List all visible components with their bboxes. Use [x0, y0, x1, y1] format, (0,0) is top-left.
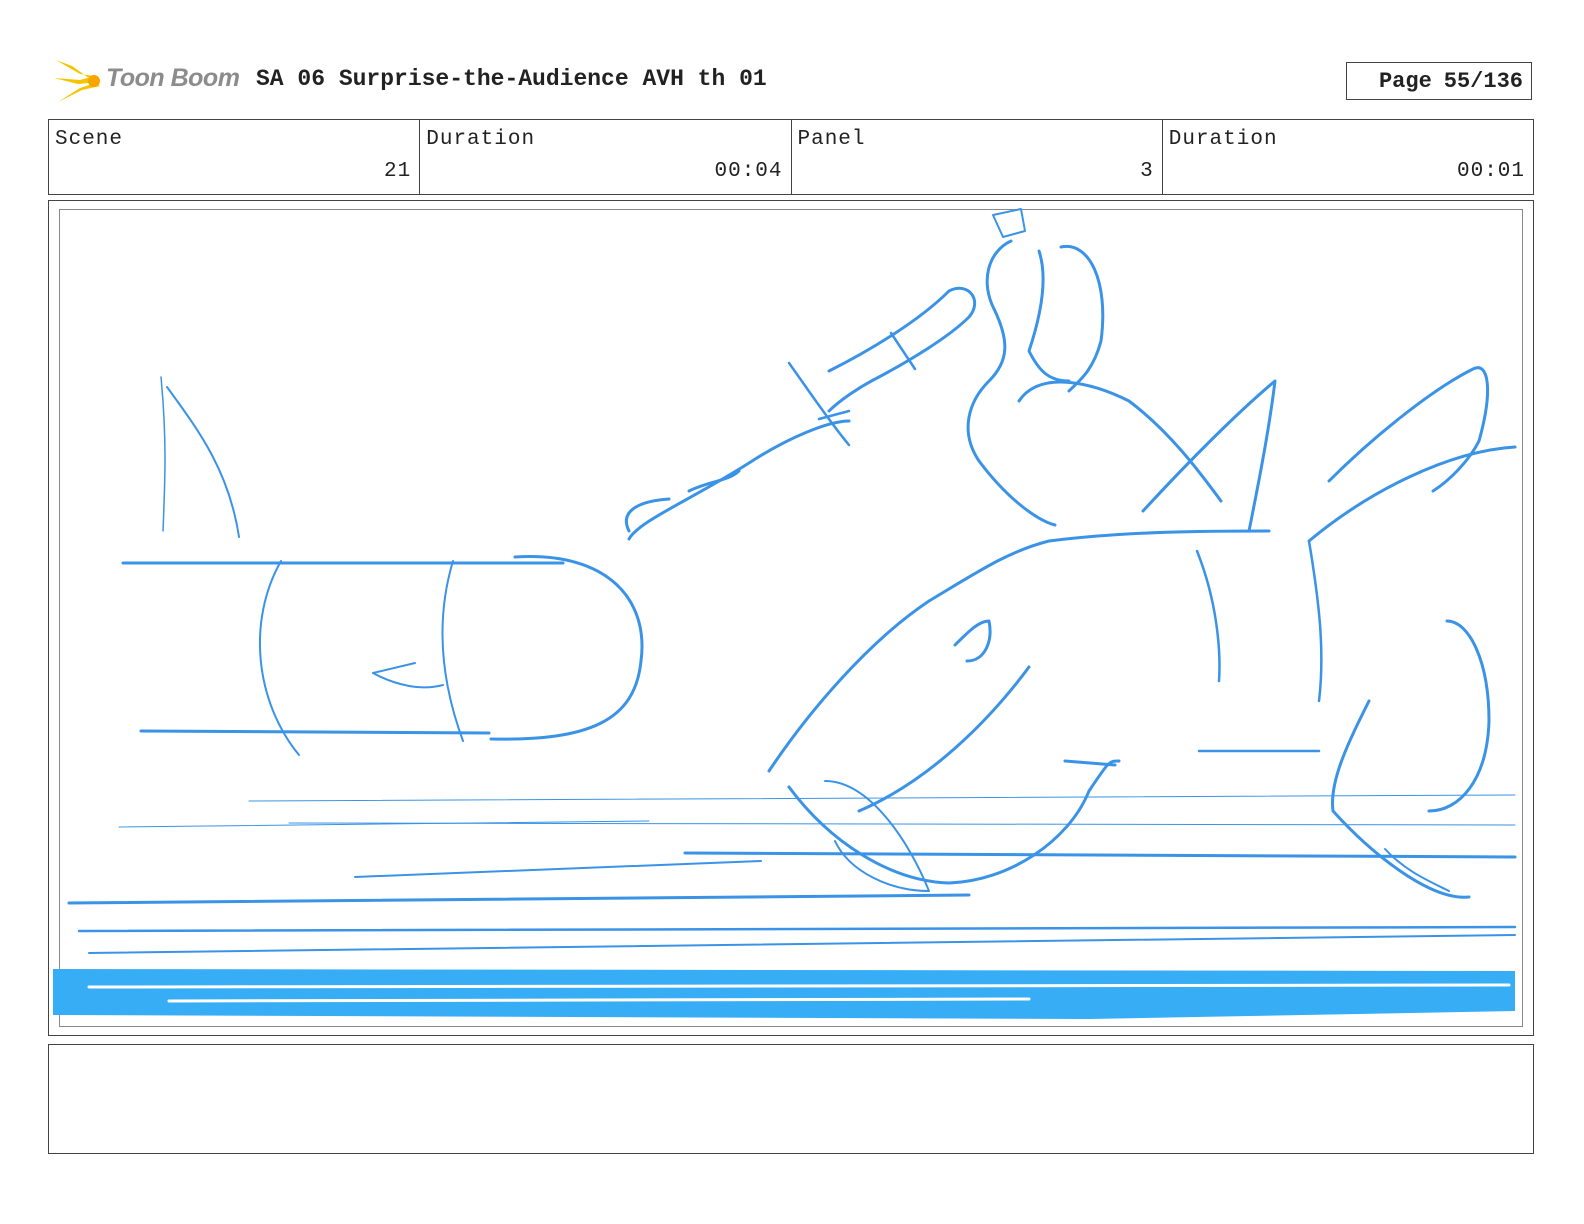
scene-label: Scene: [55, 128, 124, 151]
document-title: SA 06 Surprise-the-Audience AVH th 01: [256, 66, 767, 92]
panel-label: Panel: [797, 128, 866, 151]
logo-text: Toon Boom: [106, 64, 240, 92]
panel-cell: Panel 3: [792, 120, 1163, 194]
panel-duration-label: Duration: [1168, 128, 1278, 151]
sketch-creature: [767, 529, 1491, 899]
logo-burst-icon: [54, 60, 100, 102]
sketch-floor: [67, 794, 1517, 954]
scene-duration-label: Duration: [426, 128, 536, 151]
page-number: 55/136: [1443, 68, 1523, 94]
storyboard-panel: [48, 200, 1534, 1036]
page-indicator: Page 55/136: [1346, 62, 1532, 100]
sketch-drawing: [53, 208, 1517, 1019]
sketch-tube: [121, 376, 644, 756]
scene-value: 21: [384, 160, 412, 183]
info-table: Scene 21 Duration 00:04 Panel 3 Duration…: [48, 119, 1534, 195]
panel-value: 3: [1140, 160, 1154, 183]
panel-duration-cell: Duration 00:01: [1163, 120, 1533, 194]
toon-boom-logo: Toon Boom: [50, 56, 240, 106]
sketch-floor-fill: [53, 969, 1515, 1019]
page-label: Page: [1378, 68, 1432, 94]
scene-cell: Scene 21: [49, 120, 421, 194]
panel-notes: [48, 1044, 1534, 1154]
scene-duration-value: 00:04: [714, 160, 783, 183]
sketch-arm: [625, 208, 1517, 543]
panel-duration-value: 00:01: [1456, 160, 1525, 183]
scene-duration-cell: Duration 00:04: [420, 120, 792, 194]
